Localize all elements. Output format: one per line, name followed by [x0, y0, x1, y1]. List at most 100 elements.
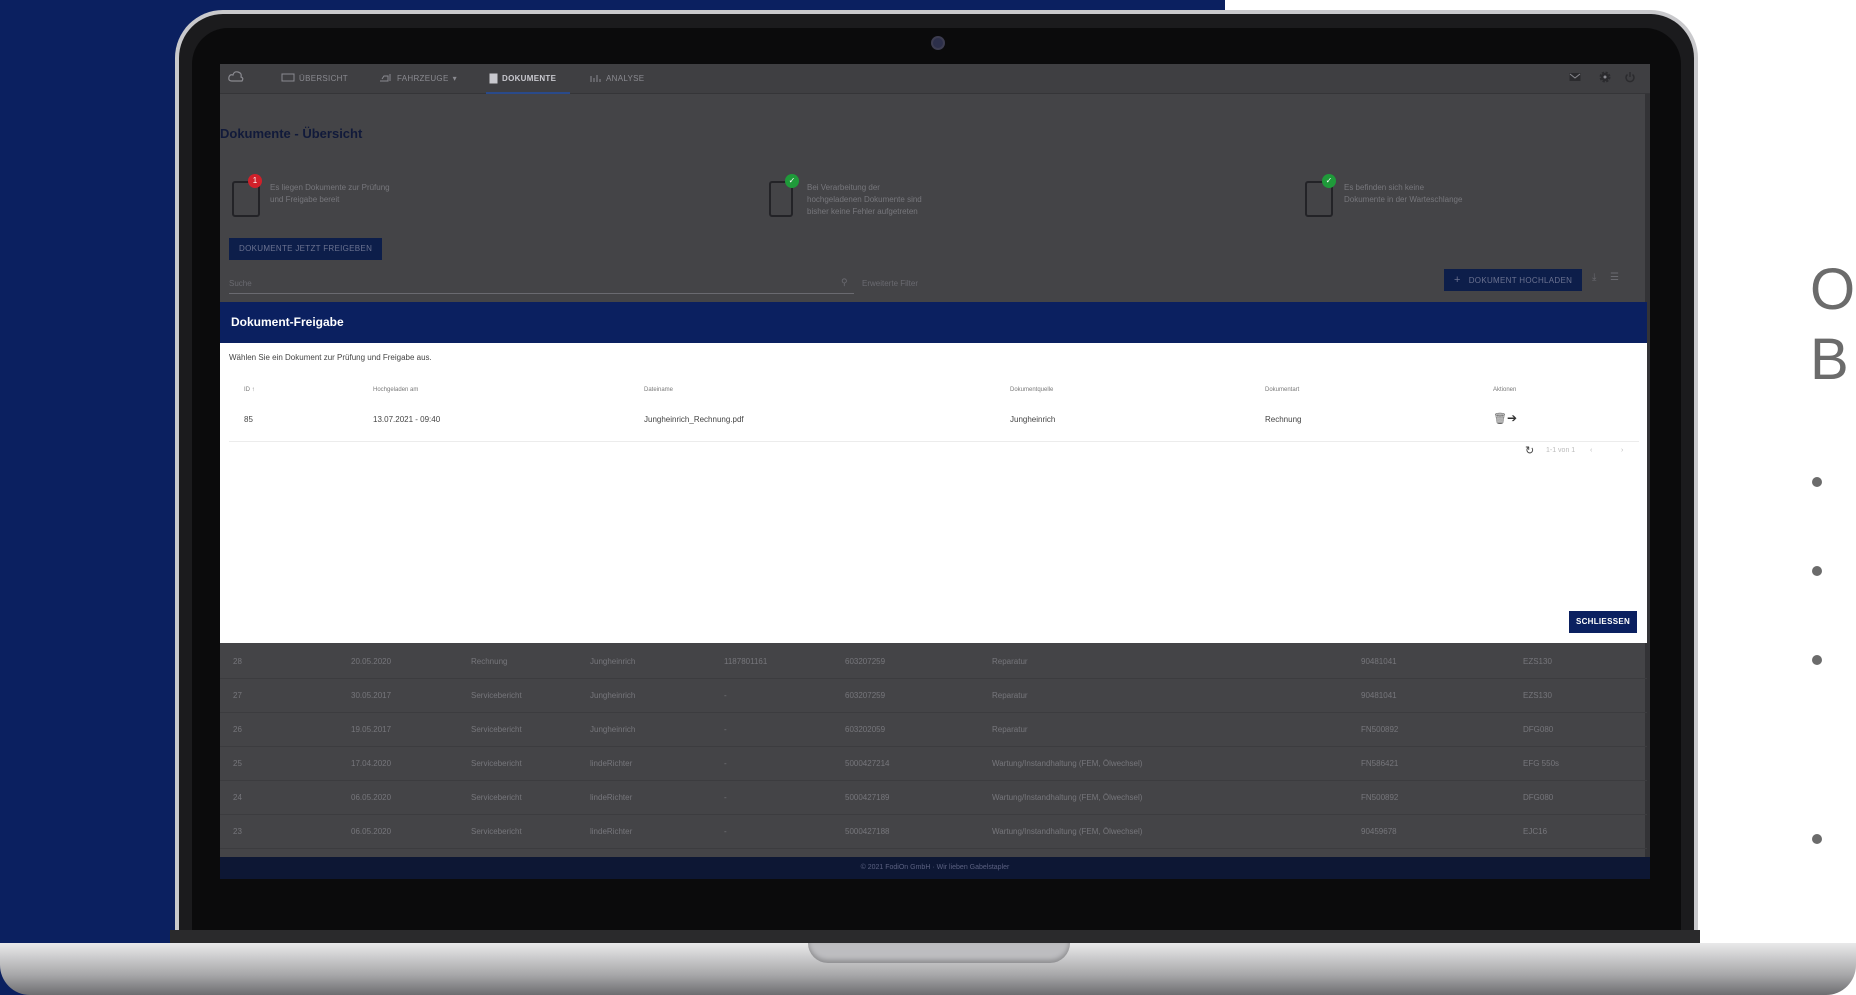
table-cell: 603202059: [845, 725, 886, 734]
mail-icon[interactable]: [1569, 72, 1581, 82]
table-cell: Reparatur: [992, 691, 1028, 700]
table-cell: 23: [233, 827, 242, 836]
table-cell: 28: [233, 657, 242, 666]
footer: © 2021 FodiOn GmbH · Wir lieben Gabelsta…: [220, 857, 1650, 879]
download-icon[interactable]: ⤓: [1592, 272, 1596, 283]
table-cell: 19.05.2017: [351, 725, 392, 734]
table-cell: EJC16: [1523, 827, 1548, 836]
app-screen: ÜBERSICHT FAHRZEUGE ▾ DOKUMENTE ANALYSE …: [220, 64, 1650, 879]
nav-label: ÜBERSICHT: [299, 73, 348, 83]
cloud-logo-icon[interactable]: [228, 71, 244, 83]
table-cell: Rechnung: [471, 657, 508, 666]
release-documents-button[interactable]: DOKUMENTE JETZT FREIGEBEN: [229, 238, 383, 260]
table-cell: Servicebericht: [471, 691, 522, 700]
table-cell: 06.05.2020: [351, 793, 392, 802]
top-navigation: ÜBERSICHT FAHRZEUGE ▾ DOKUMENTE ANALYSE: [220, 64, 1650, 94]
close-button[interactable]: SCHLIESSEN: [1569, 611, 1637, 633]
bar-chart-icon: [590, 75, 601, 82]
column-settings-icon[interactable]: ☰: [1610, 272, 1619, 283]
table-cell: 90459678: [1361, 827, 1397, 836]
table-row[interactable]: 27 30.05.2017 Servicebericht Jungheinrich - 6…: [220, 679, 1647, 713]
upload-document-button[interactable]: + DOKUMENT HOCHLADEN: [1444, 269, 1583, 291]
table-cell: 06.05.2020: [351, 827, 392, 836]
refresh-icon[interactable]: ↻: [1525, 444, 1534, 457]
check-badge-icon: ✓: [785, 174, 799, 188]
nav-item-uebersicht[interactable]: ÜBERSICHT: [281, 73, 348, 83]
nav-item-analyse[interactable]: ANALYSE: [590, 73, 644, 83]
nav-item-dokumente[interactable]: DOKUMENTE: [489, 73, 556, 84]
table-cell: -: [724, 691, 727, 700]
nav-item-fahrzeuge[interactable]: FAHRZEUGE ▾: [379, 73, 457, 83]
column-header-source[interactable]: Dokumentquelle: [1010, 387, 1053, 393]
table-cell: 90481041: [1361, 657, 1397, 666]
table-cell: 26: [233, 725, 242, 734]
next-page-icon[interactable]: ›: [1621, 447, 1623, 454]
check-badge-icon: ✓: [1322, 174, 1336, 188]
column-header-actions: Aktionen: [1493, 387, 1517, 393]
table-cell: EZS130: [1523, 657, 1552, 666]
info-text-review: Es liegen Dokumente zur Prüfung und Frei…: [270, 183, 390, 204]
laptop-hinge: [170, 930, 1700, 944]
table-cell: -: [724, 725, 727, 734]
delete-icon[interactable]: 🗑: [1493, 412, 1507, 425]
table-row[interactable]: 24 06.05.2020 Servicebericht lindeRichter - 5…: [220, 781, 1647, 815]
document-release-modal: Wählen Sie ein Dokument zur Prüfung und …: [220, 343, 1647, 643]
side-bullet: [1812, 566, 1822, 576]
side-heading-line2: B: [1810, 327, 1849, 392]
nav-label: FAHRZEUGE: [397, 73, 449, 83]
side-bullet: [1812, 655, 1822, 665]
row-divider: [229, 441, 1639, 442]
active-tab-indicator: [486, 92, 570, 94]
table-cell: 5000427214: [845, 759, 890, 768]
nav-label: DOKUMENTE: [502, 74, 557, 83]
arrow-right-icon[interactable]: ➔: [1507, 411, 1517, 425]
camera-icon: [931, 36, 945, 50]
table-cell: 25: [233, 759, 242, 768]
table-cell: -: [724, 759, 727, 768]
column-header-type[interactable]: Dokumentart: [1265, 387, 1299, 393]
table-cell: Servicebericht: [471, 827, 522, 836]
table-cell: Wartung/Instandhaltung (FEM, Ölwechsel): [992, 759, 1143, 768]
cell-uploaded: 13.07.2021 - 09:40: [373, 415, 441, 424]
gear-icon[interactable]: [1599, 71, 1611, 83]
table-cell: EFG 550s: [1523, 759, 1560, 768]
table-cell: -: [724, 827, 727, 836]
nav-label: ANALYSE: [606, 73, 645, 83]
table-cell: Servicebericht: [471, 725, 522, 734]
table-cell: lindeRichter: [590, 759, 633, 768]
arrow-up-icon: ↑: [251, 387, 255, 393]
extended-filter-link[interactable]: Erweiterte Filter: [862, 279, 918, 288]
table-cell: Reparatur: [992, 657, 1028, 666]
search-input[interactable]: Suche: [229, 279, 252, 288]
power-icon[interactable]: [1624, 71, 1636, 83]
column-header-uploaded[interactable]: Hochgeladen am: [373, 387, 418, 393]
modal-description: Wählen Sie ein Dokument zur Prüfung und …: [229, 353, 432, 362]
table-cell: FN500892: [1361, 793, 1399, 802]
search-icon[interactable]: ⚲: [841, 277, 848, 288]
chevron-down-icon: ▾: [452, 73, 457, 83]
table-row[interactable]: 23 06.05.2020 Servicebericht lindeRichter - 5…: [220, 815, 1647, 849]
table-row[interactable]: 26 19.05.2017 Servicebericht Jungheinrich - 6…: [220, 713, 1647, 747]
table-cell: Wartung/Instandhaltung (FEM, Ölwechsel): [992, 827, 1143, 836]
previous-page-icon[interactable]: ‹: [1590, 447, 1592, 454]
table-cell: Jungheinrich: [590, 691, 636, 700]
table-cell: Servicebericht: [471, 793, 522, 802]
table-row[interactable]: 25 17.04.2020 Servicebericht lindeRichter - 5…: [220, 747, 1647, 781]
table-cell: lindeRichter: [590, 827, 633, 836]
table-cell: 5000427189: [845, 793, 890, 802]
cell-source: Jungheinrich: [1010, 415, 1056, 424]
side-bullet: [1812, 477, 1822, 487]
table-cell: DFG080: [1523, 793, 1554, 802]
cell-type: Rechnung: [1265, 415, 1302, 424]
table-row[interactable]: 28 20.05.2020 Rechnung Jungheinrich 11878011…: [220, 645, 1647, 679]
column-header-id[interactable]: ID ↑: [244, 387, 255, 393]
table-cell: -: [724, 793, 727, 802]
upload-label: DOKUMENT HOCHLADEN: [1468, 276, 1573, 285]
table-cell: Reparatur: [992, 725, 1028, 734]
table-cell: 24: [233, 793, 242, 802]
pagination-range: 1-1 von 1: [1546, 447, 1576, 454]
table-cell: Servicebericht: [471, 759, 522, 768]
column-header-filename[interactable]: Dateiname: [644, 387, 673, 393]
table-cell: 27: [233, 691, 242, 700]
plus-icon: +: [1454, 274, 1461, 286]
